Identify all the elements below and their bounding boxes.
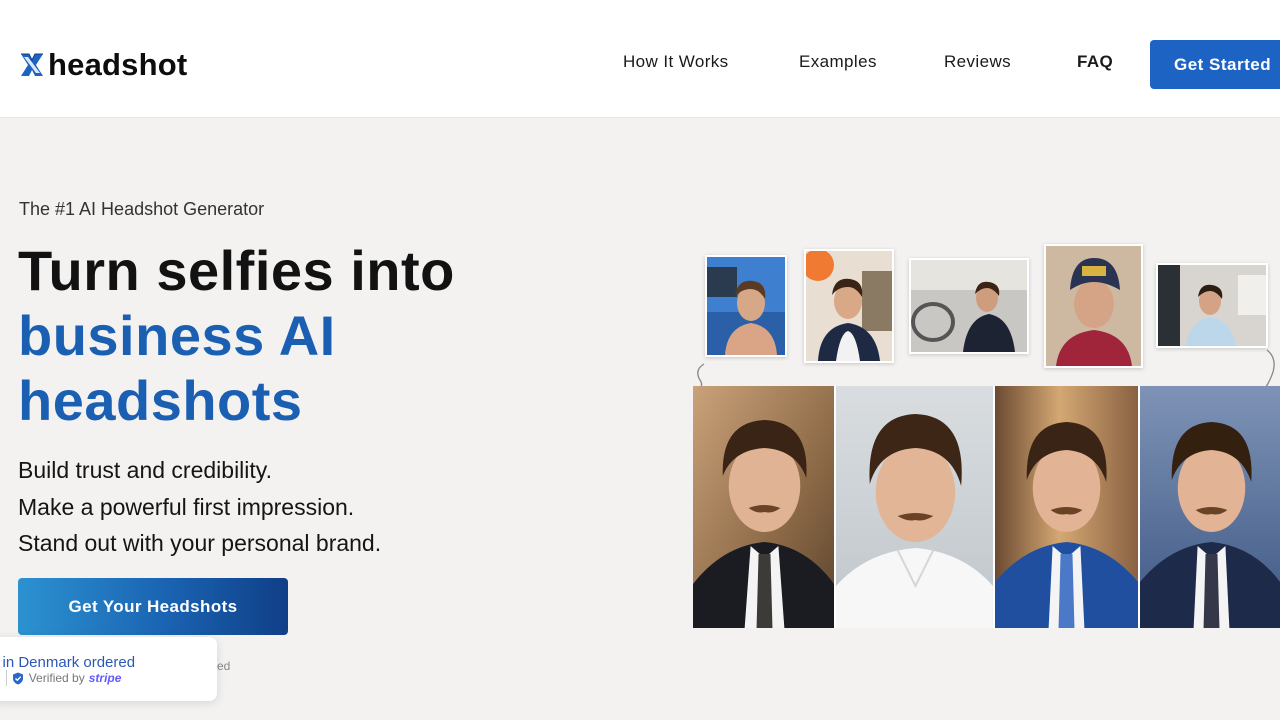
selfie-image bbox=[707, 257, 785, 355]
selfie-photo bbox=[804, 249, 894, 363]
headshot-image bbox=[1139, 386, 1280, 628]
tagline-line: Stand out with your personal brand. bbox=[18, 530, 382, 556]
hero-headline: Turn selfies into business AI headshots bbox=[18, 238, 578, 433]
selfie-image bbox=[806, 251, 892, 361]
headshot-image bbox=[994, 386, 1138, 628]
get-started-button[interactable]: Get Started bbox=[1150, 40, 1280, 89]
headshot-image bbox=[836, 386, 993, 628]
toast-verification: o Verified by stripe bbox=[0, 670, 121, 686]
nav-how-it-works[interactable]: How It Works bbox=[623, 52, 729, 72]
logo-x-icon bbox=[21, 53, 43, 76]
stripe-logo: stripe bbox=[88, 671, 122, 685]
tagline-line: Make a powerful first impression. bbox=[18, 493, 355, 520]
selfie-image bbox=[1158, 265, 1266, 346]
selfie-photo bbox=[705, 255, 787, 357]
verified-by-label: Verified by bbox=[28, 671, 85, 685]
toast-message: e in Denmark ordered bbox=[0, 654, 136, 671]
hero-tagline: Build trust and credibility. Make a powe… bbox=[18, 452, 381, 562]
selfie-image bbox=[911, 260, 1027, 352]
get-your-headshots-button[interactable]: Get Your Headshots bbox=[18, 578, 288, 635]
order-notification-toast[interactable]: e in Denmark ordered o Verified by strip… bbox=[0, 637, 217, 701]
headline-line-2: business AI bbox=[18, 304, 336, 367]
headline-line-3: headshots bbox=[18, 369, 303, 432]
tagline-line: Build trust and credibility. bbox=[18, 457, 272, 483]
shield-check-icon bbox=[12, 672, 23, 684]
headshot-image bbox=[693, 386, 835, 628]
headline-line-1: Turn selfies into bbox=[18, 239, 455, 302]
site-header: headshot How It Works Examples Reviews F… bbox=[0, 0, 1280, 118]
nav-faq[interactable]: FAQ bbox=[1077, 52, 1113, 72]
selfie-image bbox=[1046, 246, 1141, 366]
selfie-photo bbox=[1156, 263, 1268, 348]
divider bbox=[5, 670, 7, 686]
partially-hidden-text: ed bbox=[217, 659, 231, 673]
nav-reviews[interactable]: Reviews bbox=[944, 52, 1011, 72]
selfie-photo bbox=[1044, 244, 1143, 368]
logo-text: headshot bbox=[48, 47, 188, 82]
selfie-photo bbox=[909, 258, 1029, 354]
nav-examples[interactable]: Examples bbox=[799, 52, 877, 72]
generated-headshots-strip bbox=[693, 386, 1280, 628]
hero-eyebrow: The #1 AI Headshot Generator bbox=[19, 199, 265, 219]
logo[interactable]: headshot bbox=[18, 46, 187, 84]
